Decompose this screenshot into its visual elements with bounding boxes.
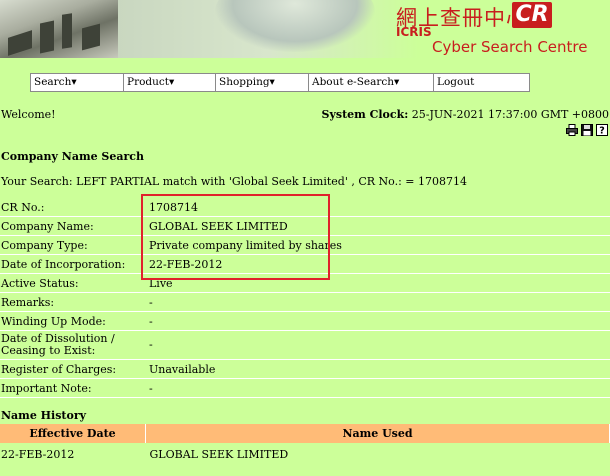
detail-value: Unavailable: [145, 359, 610, 379]
history-date-cell: 22-FEB-2012: [1, 447, 75, 461]
history-name-cell: GLOBAL SEEK LIMITED: [149, 447, 289, 461]
detail-label: Active Status:: [0, 273, 145, 293]
print-icon[interactable]: [566, 124, 578, 136]
detail-value: 22-FEB-2012: [145, 254, 610, 274]
table-row: 22-FEB-2012 GLOBAL SEEK LIMITED: [0, 443, 610, 465]
company-search-title: Company Name Search: [1, 150, 144, 163]
menu-logout[interactable]: Logout: [434, 74, 529, 91]
detail-label: Company Name:: [0, 216, 145, 236]
detail-value: Private company limited by shares: [145, 235, 610, 255]
name-history-table: Effective Date Name Used 22-FEB-2012 GLO…: [0, 424, 610, 465]
detail-label: Register of Charges:: [0, 359, 145, 379]
detail-value: GLOBAL SEEK LIMITED: [145, 216, 610, 236]
menu-search[interactable]: Search▾: [31, 74, 124, 91]
detail-row-remarks: Remarks: -: [0, 292, 610, 312]
header-city-photo: [0, 0, 118, 58]
detail-label: Company Type:: [0, 235, 145, 255]
detail-value: -: [145, 292, 610, 312]
detail-row-winding-up-mode: Winding Up Mode: -: [0, 311, 610, 331]
detail-value: -: [145, 311, 610, 331]
detail-label: Winding Up Mode:: [0, 311, 145, 331]
help-icon[interactable]: ?: [596, 124, 608, 136]
search-criteria-text: Your Search: LEFT PARTIAL match with 'Gl…: [1, 175, 468, 188]
detail-label-line2: Ceasing to Exist:: [1, 344, 96, 357]
detail-row-important-note: Important Note: -: [0, 378, 610, 398]
page-toolbar: ?: [566, 124, 608, 136]
column-header-effective-date: Effective Date: [0, 424, 146, 443]
menu-about-e-search[interactable]: About e-Search▾: [309, 74, 434, 91]
system-clock: System Clock: 25-JUN-2021 17:37:00 GMT +…: [322, 108, 609, 121]
detail-row-cr-no: CR No.: 1708714: [0, 198, 610, 217]
system-clock-label: System Clock:: [321, 108, 409, 121]
detail-label: Remarks:: [0, 292, 145, 312]
detail-label: CR No.:: [0, 198, 145, 217]
svg-text:?: ?: [599, 126, 605, 136]
detail-row-register-of-charges: Register of Charges: Unavailable: [0, 359, 610, 379]
name-history-title: Name History: [1, 409, 87, 422]
detail-value: 1708714: [145, 198, 610, 217]
logo-icris-text: ICRIS: [396, 25, 432, 39]
detail-label: Date of Incorporation:: [0, 254, 145, 274]
save-icon[interactable]: [581, 124, 593, 136]
menu-shopping[interactable]: Shopping▾: [216, 74, 309, 91]
detail-label: Date of Dissolution / Ceasing to Exist:: [0, 330, 145, 360]
history-header-row: Effective Date Name Used: [0, 424, 610, 443]
detail-row-active-status: Active Status: Live: [0, 273, 610, 293]
menu-product[interactable]: Product▾: [124, 74, 216, 91]
logo-cr-badge: CR: [512, 2, 552, 28]
detail-row-dissolution-date: Date of Dissolution / Ceasing to Exist: -: [0, 330, 610, 360]
detail-value: -: [145, 330, 610, 360]
detail-row-company-type: Company Type: Private company limited by…: [0, 235, 610, 255]
detail-label: Important Note:: [0, 378, 145, 398]
detail-value: -: [145, 378, 610, 398]
welcome-text: Welcome!: [1, 108, 56, 121]
detail-row-company-name: Company Name: GLOBAL SEEK LIMITED: [0, 216, 610, 236]
system-clock-value: 25-JUN-2021 17:37:00 GMT +0800: [408, 108, 609, 121]
header-banner: 網上查冊中心 CR ICRIS Cyber Search Centre: [0, 0, 610, 64]
column-header-name-used: Name Used: [145, 424, 610, 443]
company-details-table: CR No.: 1708714 Company Name: GLOBAL SEE…: [0, 198, 610, 398]
detail-value: Live: [145, 273, 610, 293]
main-menu-bar: Search▾ Product▾ Shopping▾ About e-Searc…: [30, 73, 530, 92]
logo-subtitle: Cyber Search Centre: [432, 38, 588, 56]
detail-row-incorporation-date: Date of Incorporation: 22-FEB-2012: [0, 254, 610, 274]
